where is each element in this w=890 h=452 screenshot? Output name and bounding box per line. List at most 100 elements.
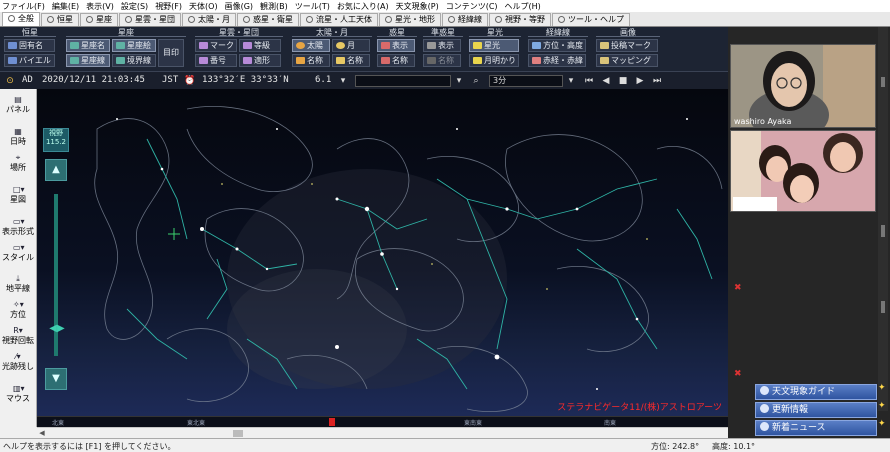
- compass-button[interactable]: ✧▾ 方位: [0, 300, 36, 319]
- tab-stars[interactable]: 恒星: [41, 13, 79, 26]
- minor-name-button[interactable]: 名称: [423, 54, 461, 67]
- grid-icon: [448, 16, 455, 23]
- tab-meteors[interactable]: 流星・人工天体: [300, 13, 378, 26]
- image-mark-icon: [600, 42, 609, 49]
- planet-show-button[interactable]: 表示: [377, 39, 415, 52]
- video-tile-washiro[interactable]: washiro Ayaka: [730, 44, 876, 128]
- constellation-picture-button[interactable]: 星座絵: [112, 39, 156, 52]
- proper-name-button[interactable]: 固有名: [4, 39, 55, 52]
- trail-button[interactable]: ⁄▾ 光跡残し: [0, 352, 36, 371]
- scroll-thumb[interactable]: [881, 225, 885, 237]
- step-back-icon[interactable]: ◀: [600, 75, 612, 87]
- menu-view[interactable]: 表示(V): [86, 1, 114, 12]
- planet-icon: [243, 16, 250, 23]
- star-map-button[interactable]: □▾ 星図: [0, 185, 36, 204]
- horizon-button[interactable]: ⤓ 地平線: [0, 274, 36, 293]
- moon-button[interactable]: 月: [332, 39, 370, 52]
- menu-objects[interactable]: 天体(O): [189, 1, 218, 12]
- location-button[interactable]: ⌖ 場所: [0, 153, 36, 172]
- mapping-button[interactable]: マッピング: [596, 54, 658, 67]
- sun-name-button[interactable]: 名称: [292, 54, 330, 67]
- constellation-line-button[interactable]: 星座線: [66, 54, 110, 67]
- ribbon-panel: 恒星 固有名 バイエル 星座 星座名 星座絵 星座線 境界線 目印 星雲・星団 …: [0, 27, 728, 71]
- zoom-slider-thumb[interactable]: ◀▶: [45, 322, 69, 336]
- display-format-button[interactable]: ▭▾ 表示形式: [0, 217, 36, 236]
- style-button[interactable]: ▭▾ スタイル: [0, 243, 36, 262]
- menu-file[interactable]: ファイル(F): [2, 1, 45, 12]
- tab-landscape[interactable]: 星光・地形: [379, 13, 441, 26]
- panel-button[interactable]: ▤ パネル: [0, 95, 36, 114]
- datetime-field[interactable]: 2020/12/11 21:03:45: [42, 75, 145, 85]
- object-search-input[interactable]: [355, 75, 451, 87]
- tab-sun-moon[interactable]: 太陽・月: [182, 13, 236, 26]
- stop-icon[interactable]: ■: [617, 75, 629, 87]
- menu-fov[interactable]: 視野(F): [155, 1, 182, 12]
- search-icon[interactable]: ⌕: [470, 75, 482, 87]
- planet-name-button[interactable]: 名称: [377, 54, 415, 67]
- time-step-select[interactable]: 3分: [489, 75, 563, 87]
- horizontal-scrollbar[interactable]: ◀ ▶: [37, 427, 752, 438]
- constellation-name-button[interactable]: 星座名: [66, 39, 110, 52]
- scroll-thumb[interactable]: [881, 301, 885, 313]
- menu-phenomena[interactable]: 天文現象(P): [396, 1, 439, 12]
- boundary-button[interactable]: 境界線: [112, 54, 156, 67]
- menu-bar: ファイル(F) 編集(E) 表示(V) 設定(S) 視野(F) 天体(O) 画像…: [0, 0, 890, 12]
- tab-constellations[interactable]: 星座: [80, 13, 118, 26]
- projection-mark-button[interactable]: 投稿マーク: [596, 39, 658, 52]
- altaz-grid-button[interactable]: 方位・高度: [528, 39, 586, 52]
- sky-view[interactable]: 視野 115.2 ▲ ◀▶ ▼ ステラナビゲータ11/(株)アストロアーツ: [37, 89, 728, 416]
- scroll-thumb[interactable]: [881, 77, 885, 87]
- news-button[interactable]: 新着ニュース: [755, 420, 877, 436]
- scroll-left-icon[interactable]: ◀: [37, 428, 47, 438]
- limit-magnitude[interactable]: 6.1: [315, 75, 331, 85]
- zoom-out-button[interactable]: ▼: [45, 368, 67, 390]
- skip-forward-icon[interactable]: ⏭: [651, 75, 663, 87]
- menu-settings[interactable]: 設定(S): [121, 1, 148, 12]
- participant-scrollbar[interactable]: [878, 27, 888, 411]
- tab-planets[interactable]: 惑星・衛星: [237, 13, 299, 26]
- sun-button[interactable]: 太陽: [292, 39, 330, 52]
- nebula-number-button[interactable]: 番号: [195, 54, 237, 67]
- rotate-button[interactable]: R▾ 視野回転: [0, 326, 36, 345]
- menu-contents[interactable]: コンテンツ(C): [446, 1, 498, 12]
- location-coords[interactable]: 133°32′E 33°33′N: [202, 75, 289, 85]
- bayer-button[interactable]: バイエル: [4, 54, 55, 67]
- menu-edit[interactable]: 編集(E): [52, 1, 79, 12]
- moon-name-button[interactable]: 名称: [332, 54, 370, 67]
- radec-grid-button[interactable]: 赤経・赤緯: [528, 54, 586, 67]
- glow-button[interactable]: 星光: [469, 39, 519, 52]
- magnitude-dropdown-icon[interactable]: ▾: [337, 75, 349, 87]
- nebula-mark-button[interactable]: マーク: [195, 39, 237, 52]
- menu-favorites[interactable]: お気に入り(A): [337, 1, 389, 12]
- menu-image[interactable]: 画像(G): [225, 1, 253, 12]
- zoom-in-button[interactable]: ▲: [45, 159, 67, 181]
- nebula-shape-button[interactable]: 適形: [239, 54, 281, 67]
- minor-show-button[interactable]: 表示: [423, 39, 461, 52]
- menu-help[interactable]: ヘルプ(H): [505, 1, 541, 12]
- nebula-magnitude-button[interactable]: 等級: [239, 39, 281, 52]
- datetime-button[interactable]: ▦ 日時: [0, 127, 36, 146]
- tab-nebulae[interactable]: 星雲・星団: [119, 13, 181, 26]
- star: [505, 207, 509, 211]
- skip-back-icon[interactable]: ⏮: [583, 75, 595, 87]
- mejirushi-button[interactable]: 目印: [158, 39, 184, 67]
- sparkle-icon: ✦: [878, 401, 886, 411]
- dropdown-arrow-icon[interactable]: ▾: [453, 75, 465, 87]
- tab-general[interactable]: 全般: [2, 12, 40, 26]
- video-tile-family[interactable]: [730, 130, 876, 212]
- update-info-button[interactable]: 更新情報: [755, 402, 877, 418]
- play-icon[interactable]: ▶: [634, 75, 646, 87]
- scroll-thumb[interactable]: [233, 430, 243, 437]
- tab-tools-help[interactable]: ツール・ヘルプ: [552, 13, 630, 26]
- moonlight-button[interactable]: 月明かり: [469, 54, 519, 67]
- milky-way-core: [227, 269, 407, 389]
- tab-fov[interactable]: 視野・等野: [489, 13, 551, 26]
- tab-grid[interactable]: 経緯線: [442, 13, 488, 26]
- astro-guide-button[interactable]: 天文現象ガイド: [755, 384, 877, 400]
- menu-tools[interactable]: ツール(T): [295, 1, 330, 12]
- step-dropdown-icon[interactable]: ▾: [565, 75, 577, 87]
- alarm-clock-icon[interactable]: ⏰: [184, 75, 196, 87]
- menu-observe[interactable]: 観測(B): [260, 1, 288, 12]
- time-mode-icon[interactable]: ⊙: [4, 75, 16, 87]
- mouse-button[interactable]: ▥▾ マウス: [0, 384, 36, 403]
